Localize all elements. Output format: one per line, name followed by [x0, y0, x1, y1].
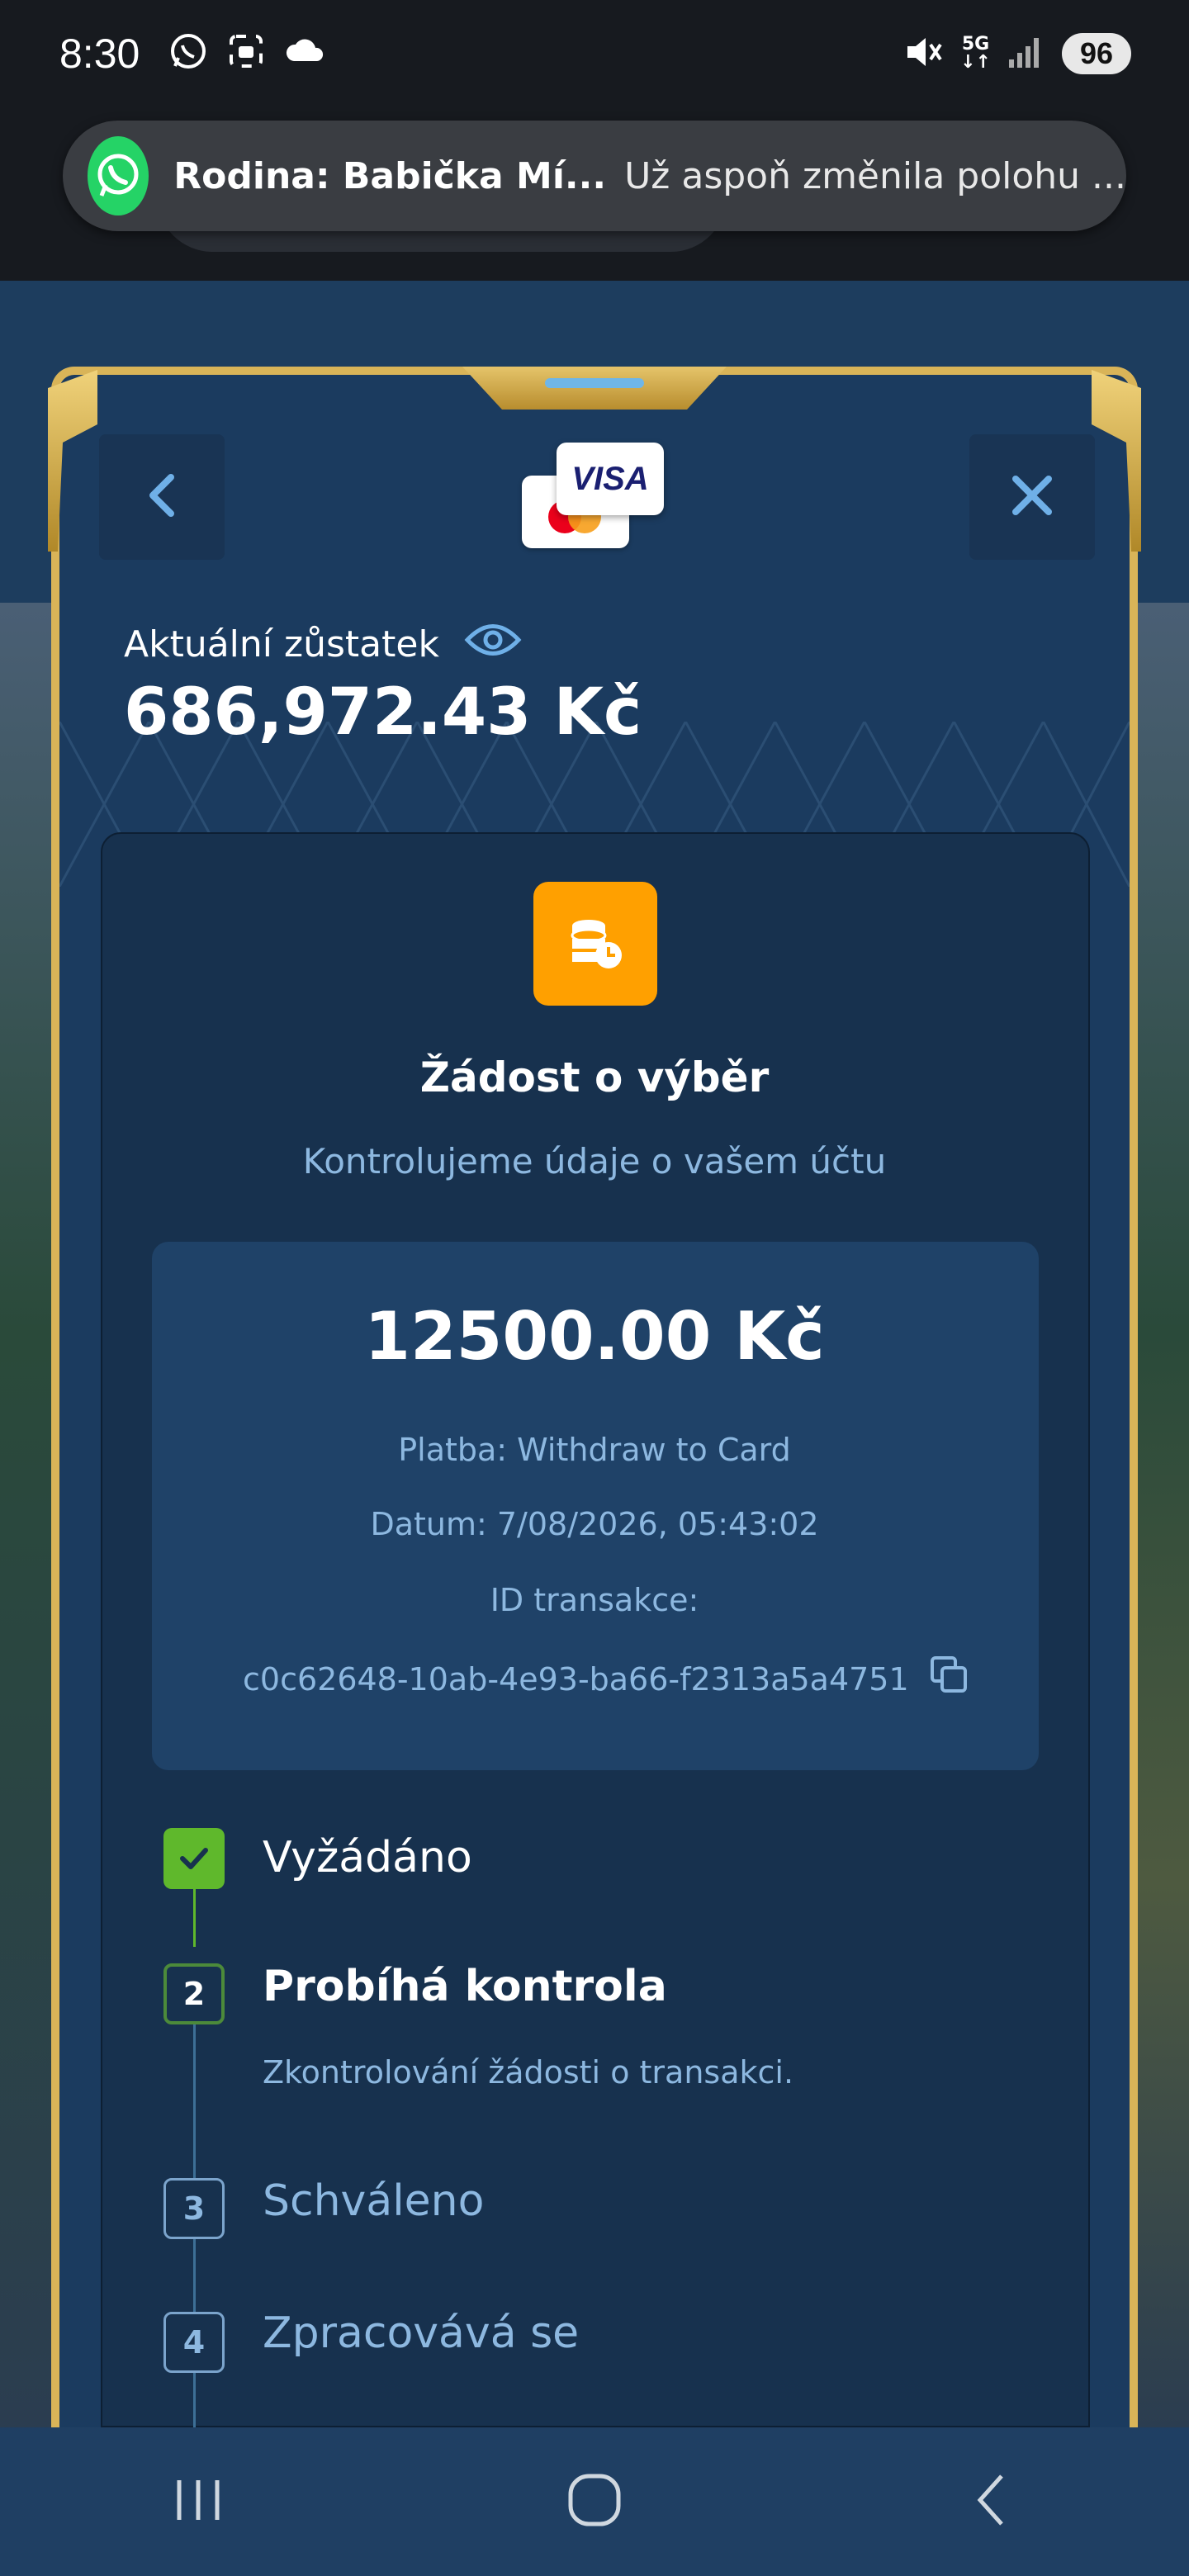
battery-icon: 96 — [1061, 33, 1131, 74]
recents-button[interactable] — [140, 2452, 256, 2551]
cloud-icon — [284, 31, 327, 74]
home-icon — [566, 2471, 623, 2532]
step-4-label: Zpracovává se — [263, 2308, 580, 2358]
back-nav-button[interactable] — [933, 2452, 1049, 2551]
home-button[interactable] — [537, 2452, 652, 2551]
transaction-id-row: c0c62648-10ab-4e93-ba66-f2313a5a4751 — [243, 1655, 970, 1703]
whatsapp-icon — [88, 136, 149, 215]
request-subtitle: Kontrolujeme údaje o vašem účtu — [302, 1141, 887, 1181]
step-2-label: Probíhá kontrola — [263, 1962, 667, 2011]
step-4-marker: 4 — [163, 2312, 225, 2373]
notification-title: Rodina: Babička Mí... — [173, 154, 607, 197]
close-button[interactable] — [969, 434, 1095, 560]
transaction-id-label: ID transakce: — [490, 1582, 699, 1618]
timeline-connector — [193, 2239, 196, 2317]
eye-icon[interactable] — [464, 619, 522, 670]
signal-icon — [1007, 33, 1045, 74]
back-button[interactable] — [99, 434, 225, 560]
modal-top-ornament — [462, 367, 727, 410]
system-nav-bar — [0, 2427, 1189, 2576]
status-time: 8:30 — [59, 31, 140, 77]
step-1-check-icon — [163, 1828, 225, 1889]
timeline-connector — [193, 2024, 196, 2181]
payment-method: Platba: Withdraw to Card — [398, 1432, 791, 1468]
visa-icon: VISA — [557, 443, 664, 515]
copy-icon[interactable] — [929, 1655, 970, 1703]
status-bar: 8:30 5G ↓↑ 96 — [0, 0, 1189, 116]
transaction-id: c0c62648-10ab-4e93-ba66-f2313a5a4751 — [243, 1660, 909, 1698]
step-2-marker: 2 — [163, 1963, 225, 2024]
back-icon — [970, 2471, 1011, 2532]
withdrawal-amount: 12500.00 Kč — [364, 1298, 825, 1375]
step-3-label: Schváleno — [263, 2176, 485, 2226]
notification-text: Už aspoň změnila polohu ... — [624, 154, 1126, 197]
step-2-description: Zkontrolování žádosti o transakci. — [263, 2054, 794, 2091]
recents-icon — [169, 2475, 227, 2528]
whatsapp-notification[interactable]: Rodina: Babička Mí... Už aspoň změnila p… — [63, 121, 1126, 231]
card-logos: VISA — [522, 438, 670, 553]
timeline-connector — [193, 1889, 196, 1947]
close-icon — [1007, 471, 1057, 523]
mute-icon — [902, 31, 944, 76]
balance-value: 686,972.43 Kč — [124, 675, 642, 750]
screenshot-icon — [226, 31, 266, 74]
request-title: Žádost o výběr — [419, 1054, 770, 1101]
balance-label: Aktuální zůstatek — [124, 623, 439, 665]
step-1-label: Vyžádáno — [263, 1833, 472, 1882]
transaction-date: Datum: 7/08/2026, 05:43:02 — [370, 1506, 819, 1542]
timeline-connector — [193, 2373, 196, 2427]
coins-clock-icon — [533, 882, 657, 1006]
network-icon: 5G ↓↑ — [960, 34, 991, 73]
whatsapp-icon — [168, 31, 208, 74]
chevron-left-icon — [141, 471, 182, 523]
step-3-marker: 3 — [163, 2178, 225, 2239]
balance-label-row: Aktuální zůstatek — [124, 619, 522, 670]
